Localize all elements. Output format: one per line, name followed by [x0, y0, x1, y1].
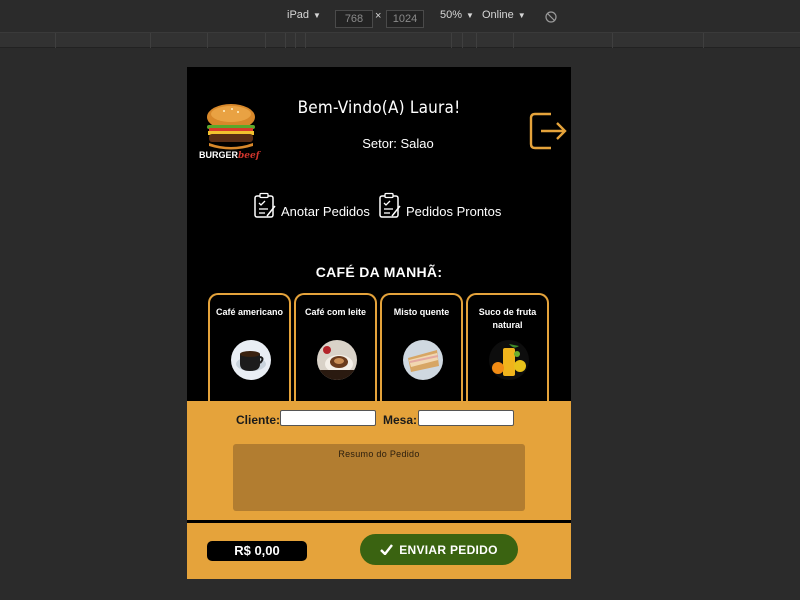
- ready-orders-label: Pedidos Prontos: [406, 204, 502, 219]
- clipboard-icon: [254, 192, 276, 218]
- client-input[interactable]: [280, 410, 376, 426]
- clipboard-icon: [379, 192, 401, 218]
- order-panel: Cliente: Mesa: Resumo do Pedido: [187, 401, 571, 521]
- take-orders-link[interactable]: Anotar Pedidos: [253, 192, 370, 219]
- logo-brand-suffix: beef: [238, 151, 260, 161]
- logout-icon: [529, 112, 567, 150]
- ready-orders-link[interactable]: Pedidos Prontos: [378, 192, 501, 219]
- checkout-bar: R$ 0,00 ENVIAR PEDIDO: [187, 523, 571, 579]
- logout-button[interactable]: [527, 110, 569, 152]
- menu-item-name: Misto quente: [393, 307, 450, 317]
- take-orders-label: Anotar Pedidos: [281, 204, 370, 219]
- zoom-selector[interactable]: 50% ▼: [440, 9, 474, 21]
- logo-brand: BURGER: [199, 150, 239, 160]
- sector-label: Setor: Salao: [362, 136, 434, 151]
- client-label: Cliente:: [236, 413, 281, 427]
- width-input[interactable]: 768: [335, 10, 373, 28]
- devtools-toolbar: iPad ▼ 768 × 1024 50% ▼ Online ▼: [0, 0, 800, 32]
- rotate-disabled-icon[interactable]: [545, 11, 557, 23]
- logo-text: BURGERbeef: [199, 150, 260, 161]
- order-summary-box[interactable]: Resumo do Pedido: [233, 444, 525, 511]
- welcome-heading: Bem-Vindo(A) Laura!: [297, 98, 461, 118]
- network-selector[interactable]: Online ▼: [482, 9, 526, 21]
- ham-cheese-sandwich-image: [403, 340, 443, 380]
- send-order-button[interactable]: ENVIAR PEDIDO: [360, 534, 518, 565]
- dimension-separator: ×: [375, 10, 382, 22]
- device-selector[interactable]: iPad ▼: [287, 9, 321, 21]
- menu-item-name: Suco de fruta natural: [478, 307, 537, 330]
- menu-card[interactable]: Café americano: [208, 293, 291, 413]
- table-label: Mesa:: [383, 413, 418, 427]
- zoom-value: 50%: [440, 9, 463, 21]
- menu-item-name: Café com leite: [304, 307, 367, 317]
- coffee-image: [231, 340, 271, 380]
- media-query-ruler[interactable]: [0, 32, 800, 48]
- fruit-juice-image: [489, 340, 529, 380]
- send-order-label: ENVIAR PEDIDO: [399, 542, 498, 557]
- order-total: R$ 0,00: [207, 541, 307, 561]
- table-input[interactable]: [418, 410, 514, 426]
- order-summary-placeholder: Resumo do Pedido: [338, 449, 420, 459]
- menu-card[interactable]: Misto quente: [380, 293, 463, 413]
- caret-down-icon: ▼: [517, 10, 526, 20]
- menu-section-title: CAFÉ DA MANHÃ:: [315, 264, 443, 280]
- check-icon: [380, 544, 394, 555]
- caret-down-icon: ▼: [466, 10, 474, 20]
- device-name: iPad: [287, 9, 310, 21]
- device-viewport: BURGERbeef Bem-Vindo(A) Laura! Setor: Sa…: [187, 67, 571, 579]
- menu-card[interactable]: Café com leite: [294, 293, 377, 413]
- caret-down-icon: ▼: [313, 10, 321, 20]
- menu-item-name: Café americano: [215, 307, 284, 317]
- network-value: Online: [482, 9, 514, 21]
- height-input[interactable]: 1024: [386, 10, 424, 28]
- menu-card[interactable]: Suco de fruta natural: [466, 293, 549, 413]
- coffee-with-milk-image: [317, 340, 357, 380]
